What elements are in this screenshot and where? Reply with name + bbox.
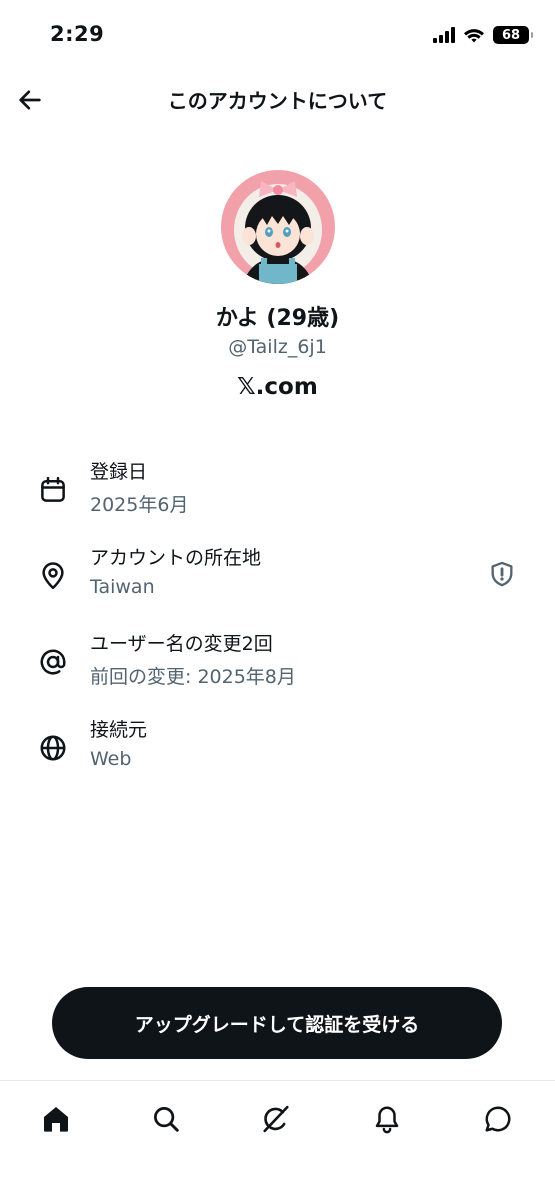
about-account-screen: 2:29 68 このアカウントについて かよ (29歳) @Tailz_6j1 … bbox=[0, 0, 555, 1200]
info-row-username-changes: ユーザー名の変更2回 前回の変更: 2025年8月 bbox=[0, 629, 555, 699]
bell-icon[interactable] bbox=[367, 1099, 407, 1139]
status-time: 2:29 bbox=[50, 22, 105, 46]
info-row-location: アカウントの所在地 Taiwan bbox=[0, 543, 555, 613]
site-name: 𝕏.com bbox=[237, 374, 318, 400]
info-row-connected-via: 接続元 Web bbox=[0, 715, 555, 785]
top-bar: このアカウントについて bbox=[0, 78, 555, 122]
bottom-navigation bbox=[0, 1080, 555, 1200]
cellular-signal-icon bbox=[433, 27, 455, 43]
home-icon[interactable] bbox=[36, 1099, 76, 1139]
display-name: かよ (29歳) bbox=[215, 306, 340, 331]
upgrade-verify-button[interactable]: アップグレードして認証を受ける bbox=[52, 987, 502, 1059]
shield-info-icon[interactable] bbox=[487, 559, 517, 589]
location-pin-icon bbox=[36, 559, 70, 593]
info-subtitle: Web bbox=[90, 748, 132, 770]
at-sign-icon bbox=[36, 645, 70, 679]
user-handle: @Tailz_6j1 bbox=[228, 336, 327, 358]
info-row-joined: 登録日 2025年6月 bbox=[0, 457, 555, 527]
globe-icon bbox=[36, 731, 70, 765]
info-title: 接続元 bbox=[90, 719, 148, 741]
calendar-icon bbox=[36, 473, 70, 507]
messages-icon[interactable] bbox=[478, 1099, 518, 1139]
info-subtitle: 前回の変更: 2025年8月 bbox=[90, 666, 296, 688]
wifi-icon bbox=[464, 28, 484, 42]
grok-icon[interactable] bbox=[256, 1099, 296, 1139]
status-bar: 2:29 68 bbox=[0, 0, 555, 70]
info-subtitle: Taiwan bbox=[90, 576, 155, 598]
info-title: ユーザー名の変更2回 bbox=[90, 633, 273, 655]
page-title: このアカウントについて bbox=[167, 89, 388, 113]
avatar[interactable] bbox=[221, 170, 335, 284]
info-title: アカウントの所在地 bbox=[90, 547, 262, 569]
battery-level: 68 bbox=[501, 27, 521, 43]
status-icons: 68 bbox=[433, 25, 533, 45]
avatar-illustration bbox=[221, 170, 335, 284]
info-title: 登録日 bbox=[90, 461, 148, 483]
search-icon[interactable] bbox=[146, 1099, 186, 1139]
battery-icon: 68 bbox=[493, 26, 533, 44]
info-subtitle: 2025年6月 bbox=[90, 494, 189, 516]
